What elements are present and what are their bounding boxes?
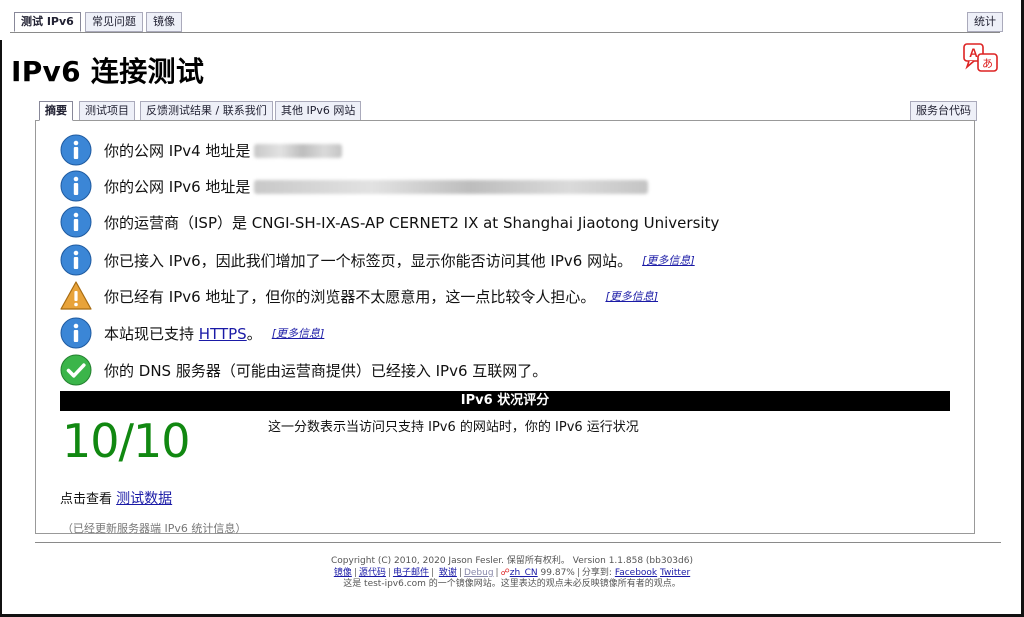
info-icon [60, 244, 92, 276]
result-text: 你已经有 IPv6 地址了，但你的浏览器不太愿意用，这一点比较令人担心。 [104, 287, 596, 306]
bottom-divider [35, 542, 1001, 543]
svg-text:あ: あ [982, 57, 993, 70]
score-description: 这一分数表示当访问只支持 IPv6 的网站时，你的 IPv6 运行状况 [268, 420, 639, 435]
result-text: 你的公网 IPv6 地址是 [104, 177, 251, 196]
score-value: 10/10 [62, 414, 191, 468]
footer-disclaimer: 这是 test-ipv6.com 的一个镜像网站。这里表达的观点未必反映镜像所有… [343, 579, 681, 589]
check-data-prefix: 点击查看 [60, 492, 113, 507]
result-https: 本站现已支持 HTTPS。 [更多信息] [60, 317, 324, 349]
info-icon [60, 206, 92, 238]
result-browser-warning: 你已经有 IPv6 地址了，但你的浏览器不太愿意用，这一点比较令人担心。 [更多… [60, 280, 658, 312]
result-text: 你已接入 IPv6，因此我们增加了一个标签页，显示你能否访问其他 IPv6 网站… [104, 251, 633, 270]
more-info-link[interactable]: [更多信息] [272, 325, 325, 341]
tab-console[interactable]: 服务台代码 [910, 101, 977, 121]
test-data-link[interactable]: 测试数据 [116, 491, 172, 507]
result-text: 本站现已支持 [104, 324, 195, 343]
info-icon [60, 317, 92, 349]
warning-icon [60, 281, 92, 310]
stats-updated-note: （已经更新服务器端 IPv6 统计信息） [62, 522, 247, 535]
more-info-link[interactable]: [更多信息] [642, 252, 695, 268]
tab-tests[interactable]: 测试项目 [79, 101, 135, 121]
top-tab-bar: 测试 IPv6 常见问题 镜像 统计 [10, 0, 1003, 34]
info-icon [60, 134, 92, 166]
https-link[interactable]: HTTPS [199, 325, 247, 343]
result-text: 你的 DNS 服务器（可能由运营商提供）已经接入 IPv6 互联网了。 [104, 361, 548, 380]
svg-text:A: A [969, 46, 978, 60]
check-icon [60, 354, 92, 386]
tab-feedback[interactable]: 反馈测试结果 / 联系我们 [140, 101, 273, 121]
result-isp: 你的运营商（ISP）是 CNGI-SH-IX-AS-AP CERNET2 IX … [60, 206, 719, 238]
top-divider [10, 32, 1000, 33]
result-ipv6: 你的公网 IPv6 地址是 [60, 170, 649, 202]
check-data-line: 点击查看 测试数据 [60, 488, 172, 508]
result-text: 你的运营商（ISP）是 CNGI-SH-IX-AS-AP CERNET2 IX … [104, 213, 720, 232]
result-ipv6-tab: 你已接入 IPv6，因此我们增加了一个标签页，显示你能否访问其他 IPv6 网站… [60, 244, 695, 276]
sub-tab-bar: 摘要 测试项目 反馈测试结果 / 联系我们 其他 IPv6 网站 服务台代码 [35, 99, 977, 121]
tab-stats[interactable]: 统计 [967, 12, 1003, 32]
result-ipv4: 你的公网 IPv4 地址是 [60, 134, 343, 166]
score-header: IPv6 状况评分 [60, 391, 950, 411]
tab-test-ipv6[interactable]: 测试 IPv6 [14, 12, 81, 32]
more-info-link[interactable]: [更多信息] [605, 288, 658, 304]
tab-mirrors[interactable]: 镜像 [146, 12, 182, 32]
tab-other-sites[interactable]: 其他 IPv6 网站 [275, 101, 362, 121]
page-title: IPv6 连接测试 [11, 55, 205, 88]
result-text: 你的公网 IPv4 地址是 [104, 141, 251, 160]
tab-faq[interactable]: 常见问题 [85, 12, 143, 32]
redacted-ipv4-address [254, 144, 343, 158]
result-text-suffix: 。 [246, 324, 262, 343]
translate-icon[interactable]: A あ [963, 43, 999, 73]
tab-summary[interactable]: 摘要 [39, 101, 73, 121]
info-icon [60, 170, 92, 202]
window-frame-left [0, 40, 2, 617]
redacted-ipv6-address [254, 180, 649, 194]
result-dns: 你的 DNS 服务器（可能由运营商提供）已经接入 IPv6 互联网了。 [60, 354, 547, 386]
